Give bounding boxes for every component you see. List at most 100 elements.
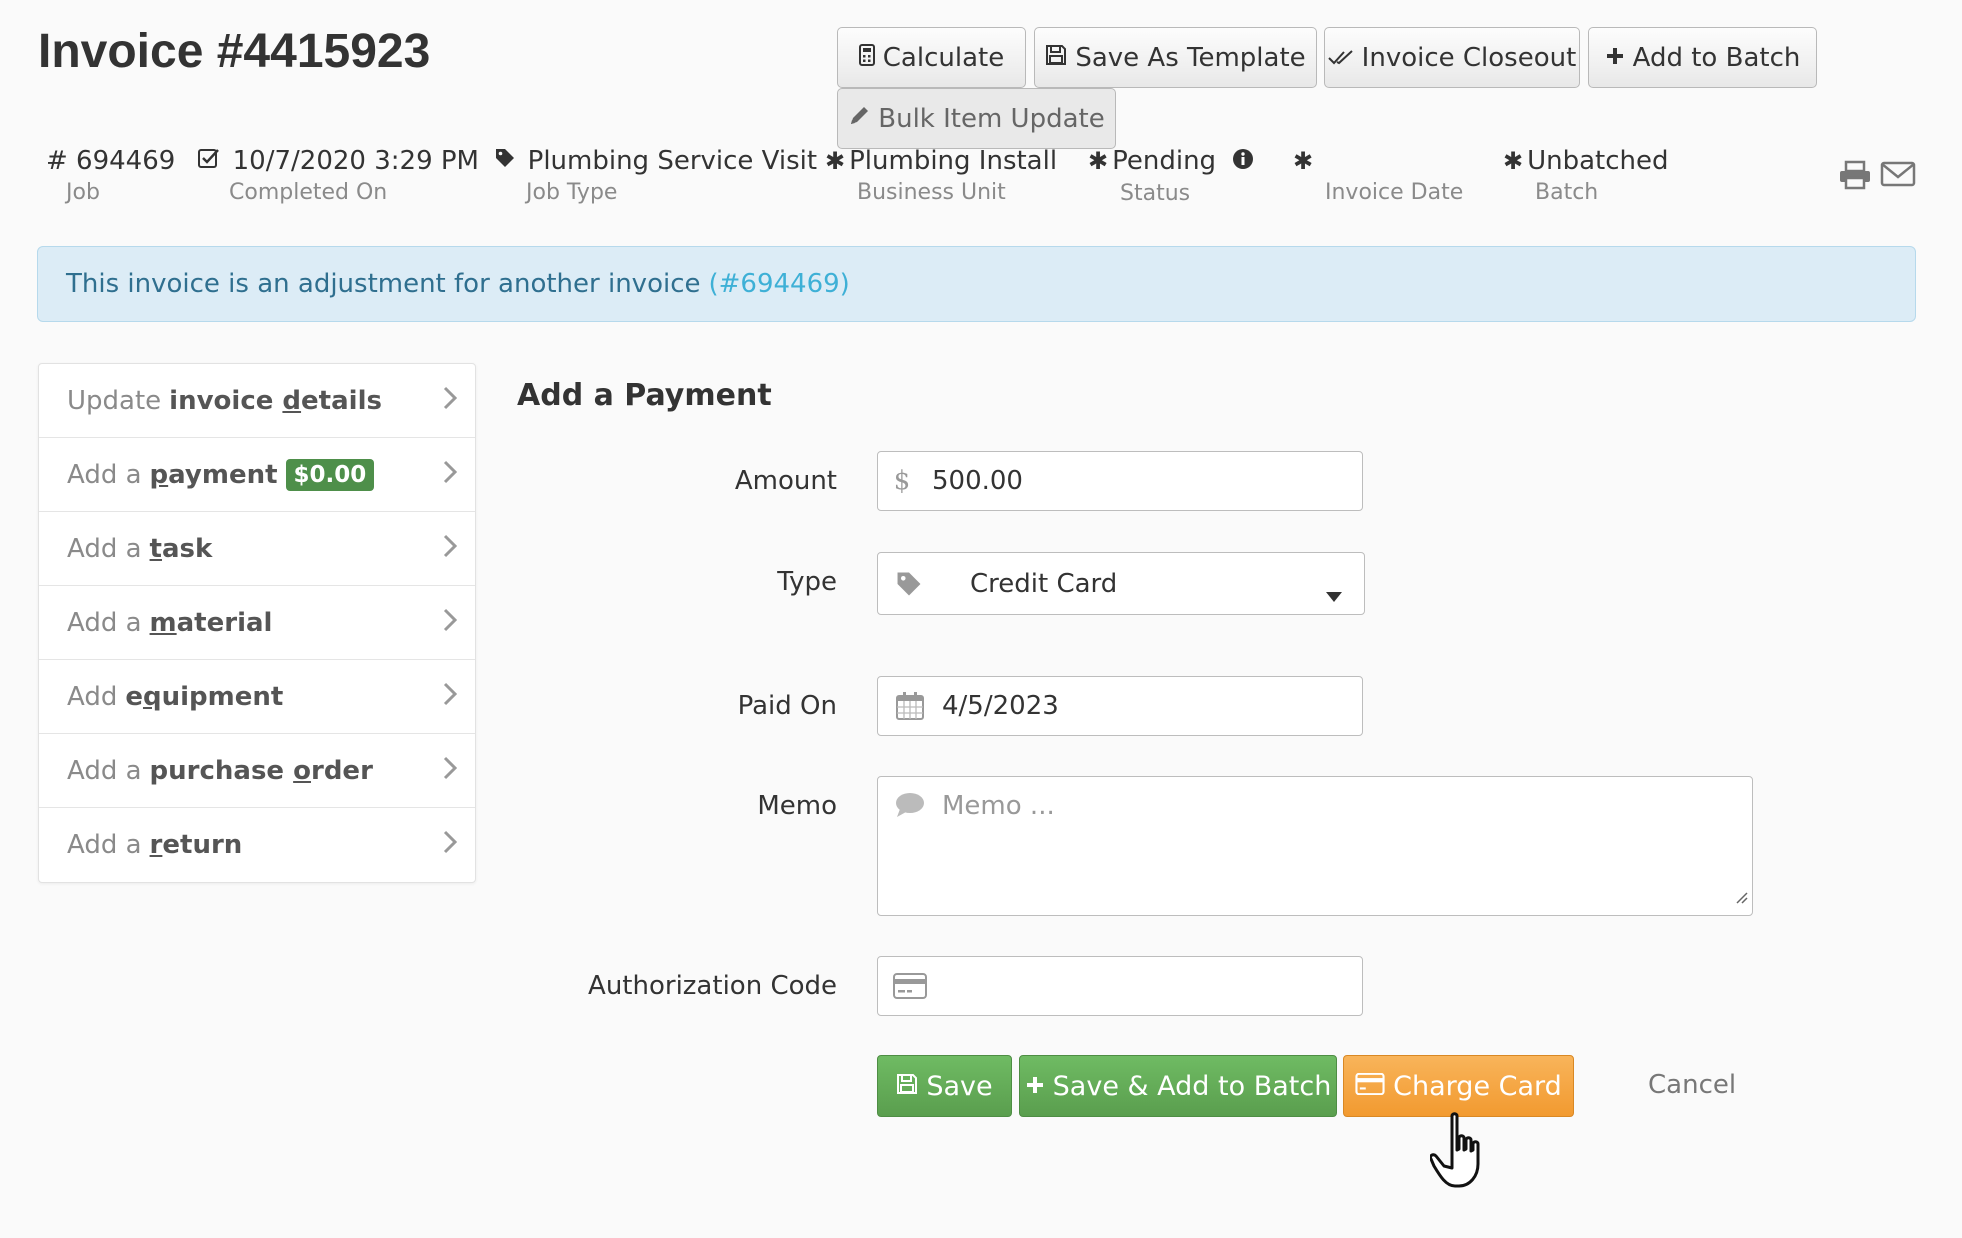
chevron-right-icon	[443, 386, 458, 417]
amount-field[interactable]: $ 500.00	[877, 451, 1363, 511]
resize-handle-icon[interactable]	[1734, 881, 1748, 911]
sidebar-item-label: payment	[149, 459, 278, 490]
invoice-closeout-button[interactable]: Invoice Closeout	[1324, 27, 1580, 88]
print-icon[interactable]	[1838, 160, 1872, 195]
email-icon[interactable]	[1880, 160, 1916, 195]
asterisk-icon: ✱	[1293, 147, 1314, 175]
charge-card-label: Charge Card	[1393, 1070, 1562, 1102]
sidebar-item-add-task[interactable]: Add a task	[39, 512, 475, 586]
chevron-right-icon	[443, 756, 458, 787]
type-label: Type	[777, 567, 837, 597]
sidebar-item-label: material	[149, 607, 273, 638]
sidebar-item-add-equipment[interactable]: Add equipment	[39, 660, 475, 734]
bulk-item-update-label: Bulk Item Update	[878, 103, 1105, 134]
save-add-to-batch-label: Save & Add to Batch	[1052, 1070, 1332, 1102]
plus-icon	[1605, 44, 1625, 72]
meta-batch: ✱ Unbatched Batch	[1503, 146, 1669, 205]
save-label: Save	[926, 1070, 993, 1102]
job-number: # 694469	[46, 146, 176, 176]
sidebar-item-update-details[interactable]: Update invoice details	[39, 364, 475, 438]
tag-icon	[494, 147, 524, 175]
completed-label: Completed On	[229, 180, 388, 205]
sidebar-item-add-purchase-order[interactable]: Add a purchase order	[39, 734, 475, 808]
paid-on-value: 4/5/2023	[942, 691, 1059, 721]
save-icon	[1045, 44, 1067, 72]
authorization-code-label: Authorization Code	[588, 971, 837, 1001]
credit-card-icon	[1355, 1071, 1385, 1102]
chevron-right-icon	[443, 608, 458, 639]
add-to-batch-button[interactable]: Add to Batch	[1588, 27, 1817, 88]
action-sidebar: Update invoice details Add a payment $0.…	[38, 363, 476, 883]
sidebar-item-label: equipment	[125, 681, 284, 712]
sidebar-item-add-return[interactable]: Add a return	[39, 808, 475, 882]
chevron-right-icon	[443, 460, 458, 491]
chevron-right-icon	[443, 534, 458, 565]
save-template-button[interactable]: Save As Template	[1034, 27, 1317, 88]
comment-icon	[878, 791, 942, 819]
calendar-icon	[878, 691, 942, 721]
job-type-value: Plumbing Service Visit	[527, 146, 818, 176]
meta-job: # 694469 Job	[46, 146, 175, 205]
paid-on-label: Paid On	[737, 691, 837, 721]
sidebar-item-add-material[interactable]: Add a material	[39, 586, 475, 660]
business-unit-value: Plumbing Install	[849, 146, 1058, 176]
sidebar-item-prefix: Update	[67, 385, 162, 416]
authorization-code-field[interactable]	[877, 956, 1363, 1016]
payment-total-badge: $0.00	[285, 458, 375, 491]
business-unit-label: Business Unit	[857, 180, 1006, 205]
sidebar-item-prefix: Add a	[67, 607, 142, 638]
batch-value: Unbatched	[1527, 146, 1669, 176]
amount-value: 500.00	[932, 466, 1023, 496]
asterisk-icon: ✱	[1503, 147, 1524, 175]
sidebar-item-add-payment[interactable]: Add a payment $0.00	[39, 438, 475, 512]
adjustment-alert: This invoice is an adjustment for anothe…	[37, 246, 1916, 322]
sidebar-item-label: invoice details	[169, 385, 382, 416]
payment-type-select[interactable]: Credit Card	[877, 552, 1365, 615]
info-icon[interactable]	[1232, 147, 1254, 177]
payment-type-value: Credit Card	[970, 568, 1118, 599]
sidebar-item-label: return	[149, 830, 243, 860]
section-title: Add a Payment	[517, 378, 772, 413]
chevron-right-icon	[443, 830, 458, 861]
asterisk-icon: ✱	[1088, 147, 1109, 175]
chevron-right-icon	[443, 682, 458, 713]
alert-text: This invoice is an adjustment for anothe…	[66, 269, 701, 299]
job-type-label: Job Type	[526, 180, 618, 205]
asterisk-icon: ✱	[825, 147, 846, 175]
meta-status: ✱ Pending Status	[1088, 146, 1254, 206]
amount-label: Amount	[734, 466, 837, 496]
hand-pointer-icon	[1429, 1110, 1502, 1199]
save-button[interactable]: Save	[877, 1055, 1012, 1117]
calculate-label: Calculate	[882, 42, 1005, 73]
alert-invoice-link[interactable]: (#694469)	[709, 269, 850, 299]
meta-job-type: Plumbing Service Visit Job Type	[494, 146, 817, 205]
cancel-link[interactable]: Cancel	[1648, 1070, 1736, 1100]
caret-down-icon	[1326, 579, 1342, 609]
paid-on-field[interactable]: 4/5/2023	[877, 676, 1363, 736]
save-add-to-batch-button[interactable]: Save & Add to Batch	[1019, 1055, 1337, 1117]
memo-textarea[interactable]: Memo ...	[877, 776, 1753, 916]
sidebar-item-label: purchase order	[149, 755, 373, 786]
invoice-date-label: Invoice Date	[1325, 180, 1464, 205]
meta-completed: 10/7/2020 3:29 PM Completed On	[197, 146, 479, 205]
invoice-closeout-label: Invoice Closeout	[1361, 42, 1577, 73]
double-check-icon	[1327, 44, 1354, 72]
sidebar-item-prefix: Add a	[67, 830, 142, 860]
bulk-item-update-button[interactable]: Bulk Item Update	[837, 88, 1116, 149]
sidebar-item-prefix: Add a	[67, 533, 142, 564]
tag-icon	[878, 570, 940, 598]
memo-placeholder: Memo ...	[942, 791, 1055, 821]
sidebar-item-prefix: Add a	[67, 755, 142, 786]
meta-invoice-date: ✱ Invoice Date	[1293, 146, 1463, 205]
charge-card-button[interactable]: Charge Card	[1343, 1055, 1574, 1117]
page-title: Invoice #4415923	[38, 25, 431, 78]
memo-label: Memo	[757, 791, 837, 821]
calculate-button[interactable]: Calculate	[837, 27, 1026, 88]
job-label: Job	[66, 180, 100, 205]
dollar-icon: $	[893, 466, 911, 496]
sidebar-item-prefix: Add a	[67, 459, 142, 490]
pencil-icon	[848, 105, 870, 133]
credit-card-icon	[878, 973, 942, 999]
save-template-label: Save As Template	[1075, 42, 1306, 73]
meta-business-unit: ✱ Plumbing Install Business Unit	[825, 146, 1057, 205]
